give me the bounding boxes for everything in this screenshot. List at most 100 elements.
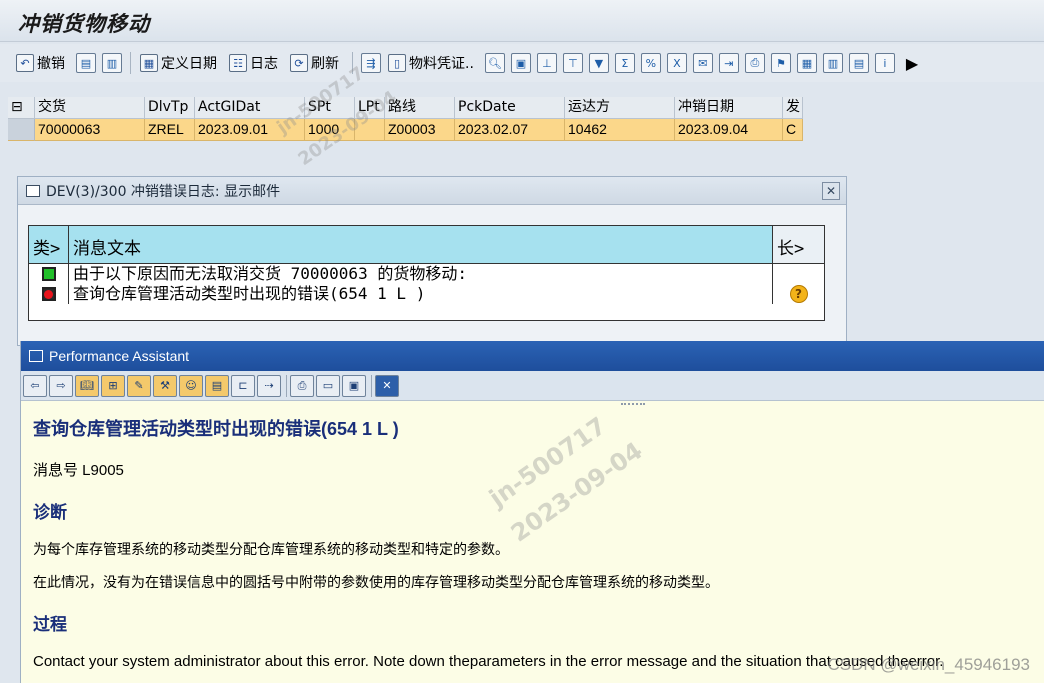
close-icon[interactable]: ✕ (822, 182, 840, 200)
grid-settings-icon[interactable]: ⊟ (8, 97, 35, 119)
user-settings-icon[interactable]: ☺ (179, 374, 203, 397)
reversal-error-log-dialog: DEV(3)/300 冲销错误日志: 显示邮件 ✕ 类> 消息文本 长> 由于以… (17, 176, 847, 346)
filter-icon[interactable]: ▼ (588, 53, 609, 73)
type-column-header[interactable]: 类> (29, 226, 69, 263)
delivery-type-cell[interactable]: ZREL (145, 119, 195, 141)
row-selector[interactable] (8, 119, 35, 141)
log-button[interactable]: ☷ 日志 (225, 50, 282, 76)
document-flow-icon[interactable]: ⇶ (361, 53, 381, 73)
ship-to-cell[interactable]: 10462 (565, 119, 675, 141)
abc-analysis-icon[interactable]: ⚑ (770, 53, 791, 73)
material-document-button[interactable]: ▯ 物料凭证.. (384, 50, 478, 76)
forward-arrow-icon[interactable]: ⇨ (49, 374, 73, 397)
window-title: 冲销货物移动 (18, 12, 150, 36)
column-header[interactable]: DlvTp (145, 97, 195, 119)
back-arrow-icon[interactable]: ⇦ (23, 374, 47, 397)
local-file-icon[interactable]: ⇥ (718, 53, 739, 73)
sum-icon[interactable]: Σ (614, 53, 635, 73)
long-text-column-header[interactable]: 长> (773, 226, 824, 263)
define-date-label: 定义日期 (161, 56, 217, 72)
refresh-label: 刷新 (311, 56, 339, 72)
message-table: 类> 消息文本 长> 由于以下原因而无法取消交货 70000063 的货物移动:… (28, 225, 825, 321)
material-document-label: 物料凭证.. (409, 56, 474, 72)
folder-icon[interactable]: ▭ (316, 374, 340, 397)
window-icon (26, 184, 40, 197)
subtotal-icon[interactable]: % (640, 53, 661, 73)
choose-layout-icon[interactable]: ▣ (510, 53, 531, 73)
hierarchy-icon[interactable]: ⊞ (101, 374, 125, 397)
undo-button[interactable]: ↶ 撤销 (12, 50, 69, 76)
refresh-button[interactable]: ⟳ 刷新 (286, 50, 343, 76)
refresh-icon: ⟳ (290, 54, 308, 72)
window-icon (29, 350, 43, 362)
dialog-title-bar: DEV(3)/300 冲销错误日志: 显示邮件 ✕ (18, 177, 846, 205)
status-cell (29, 264, 69, 284)
toolbar-separator (130, 52, 131, 74)
log-label: 日志 (250, 56, 278, 72)
column-header[interactable]: 冲销日期 (675, 97, 783, 119)
delivery-cell[interactable]: 70000063 (35, 119, 145, 141)
navigate-icon[interactable]: ⇢ (257, 374, 281, 397)
title-bar: 冲销货物移动 (0, 0, 1044, 42)
bookmark-icon[interactable]: ⊏ (231, 374, 255, 397)
sort-descending-icon[interactable]: ⊤ (562, 53, 583, 73)
document-icon: ▯ (388, 54, 406, 72)
message-text[interactable]: 查询仓库管理活动类型时出现的错误(654 1 L ) (69, 284, 773, 304)
dialog-title: DEV(3)/300 冲销错误日志: 显示邮件 (46, 183, 281, 200)
sort-ascending-icon[interactable]: ⊥ (536, 53, 557, 73)
close-icon[interactable]: ✕ (375, 374, 399, 397)
display-icon[interactable]: ▤ (205, 374, 229, 397)
pa-toolbar: ⇦ ⇨ 📖︎ ⊞ ✎ ⚒ ☺ ▤ ⊏ ⇢ ⎙ ▭ ▣ ✕ (21, 371, 1044, 401)
diagnosis-text-2: 在此情况，没有为在错误信息中的圆括号中附带的参数使用的库存管理移动类型分配仓库管… (33, 574, 719, 590)
table-row[interactable]: 70000063 ZREL 2023.09.01 1000 Z00003 202… (8, 119, 803, 141)
calendar-icon: ▦ (140, 54, 158, 72)
route-cell[interactable]: Z00003 (385, 119, 455, 141)
settings-icon[interactable]: ▣ (342, 374, 366, 397)
red-light-icon (41, 287, 56, 301)
undo-label: 撤销 (37, 56, 65, 72)
column-header[interactable]: PckDate (455, 97, 565, 119)
edit-icon[interactable]: ✎ (127, 374, 151, 397)
columns-icon[interactable]: ▥ (822, 53, 843, 73)
define-date-button[interactable]: ▦ 定义日期 (136, 50, 221, 76)
column-header[interactable]: 发 (783, 97, 803, 119)
save-layout-icon[interactable]: ▤ (848, 53, 869, 73)
pa-title-bar: Performance Assistant (21, 341, 1044, 371)
print-preview-icon[interactable]: ⎙ (744, 53, 765, 73)
list-item[interactable]: 查询仓库管理活动类型时出现的错误(654 1 L ) ? (29, 284, 824, 304)
grid-layout-icon[interactable]: ▦ (796, 53, 817, 73)
technical-info-icon[interactable]: ⚒ (153, 374, 177, 397)
pa-title: Performance Assistant (49, 348, 190, 364)
help-question-icon[interactable]: ? (789, 285, 808, 303)
toolbar-separator (371, 374, 372, 397)
delivery-grid: ⊟ 交货 DlvTp ActGIDat SPt LPt 路线 PckDate 运… (8, 97, 803, 141)
picking-date-cell[interactable]: 2023.02.07 (455, 119, 565, 141)
grid-header-row: ⊟ 交货 DlvTp ActGIDat SPt LPt 路线 PckDate 运… (8, 97, 803, 119)
select-all-icon[interactable]: ▤ (76, 53, 96, 73)
print-icon[interactable]: ⎙ (290, 374, 314, 397)
column-header[interactable]: 交货 (35, 97, 145, 119)
status-cell[interactable]: C (783, 119, 803, 141)
list-item[interactable]: 由于以下原因而无法取消交货 70000063 的货物移动: (29, 264, 824, 284)
long-text-cell[interactable]: ? (773, 284, 824, 304)
reversal-date-cell[interactable]: 2023.09.04 (675, 119, 783, 141)
log-icon: ☷ (229, 54, 247, 72)
export-excel-icon[interactable]: X (666, 53, 687, 73)
more-arrow-icon[interactable]: ▶ (906, 54, 918, 73)
resize-handle[interactable] (621, 403, 645, 406)
diagnosis-text: 为每个库存管理系统的移动类型分配仓库管理系统的移动类型和特定的参数。 (33, 541, 509, 557)
application-toolbar: ↶ 撤销 ▤ ▥ ▦ 定义日期 ☷ 日志 ⟳ 刷新 ⇶ ▯ 物料凭证.. 🔍︎ ▣ ⊥ ⊤… (0, 44, 1044, 82)
csdn-watermark: CSDN @weixin_45946193 (827, 655, 1030, 674)
book-icon[interactable]: 📖︎ (75, 374, 99, 397)
email-icon[interactable]: ✉ (692, 53, 713, 73)
procedure-heading: 过程 (33, 615, 67, 634)
details-icon[interactable]: 🔍︎ (484, 53, 505, 73)
message-text-column-header[interactable]: 消息文本 (69, 226, 773, 263)
deselect-all-icon[interactable]: ▥ (102, 53, 122, 73)
info-icon[interactable]: i (874, 53, 895, 73)
green-light-icon (41, 267, 56, 281)
long-text-cell (773, 264, 824, 284)
message-text[interactable]: 由于以下原因而无法取消交货 70000063 的货物移动: (69, 264, 773, 284)
column-header[interactable]: 运达方 (565, 97, 675, 119)
message-table-header: 类> 消息文本 长> (29, 226, 824, 264)
